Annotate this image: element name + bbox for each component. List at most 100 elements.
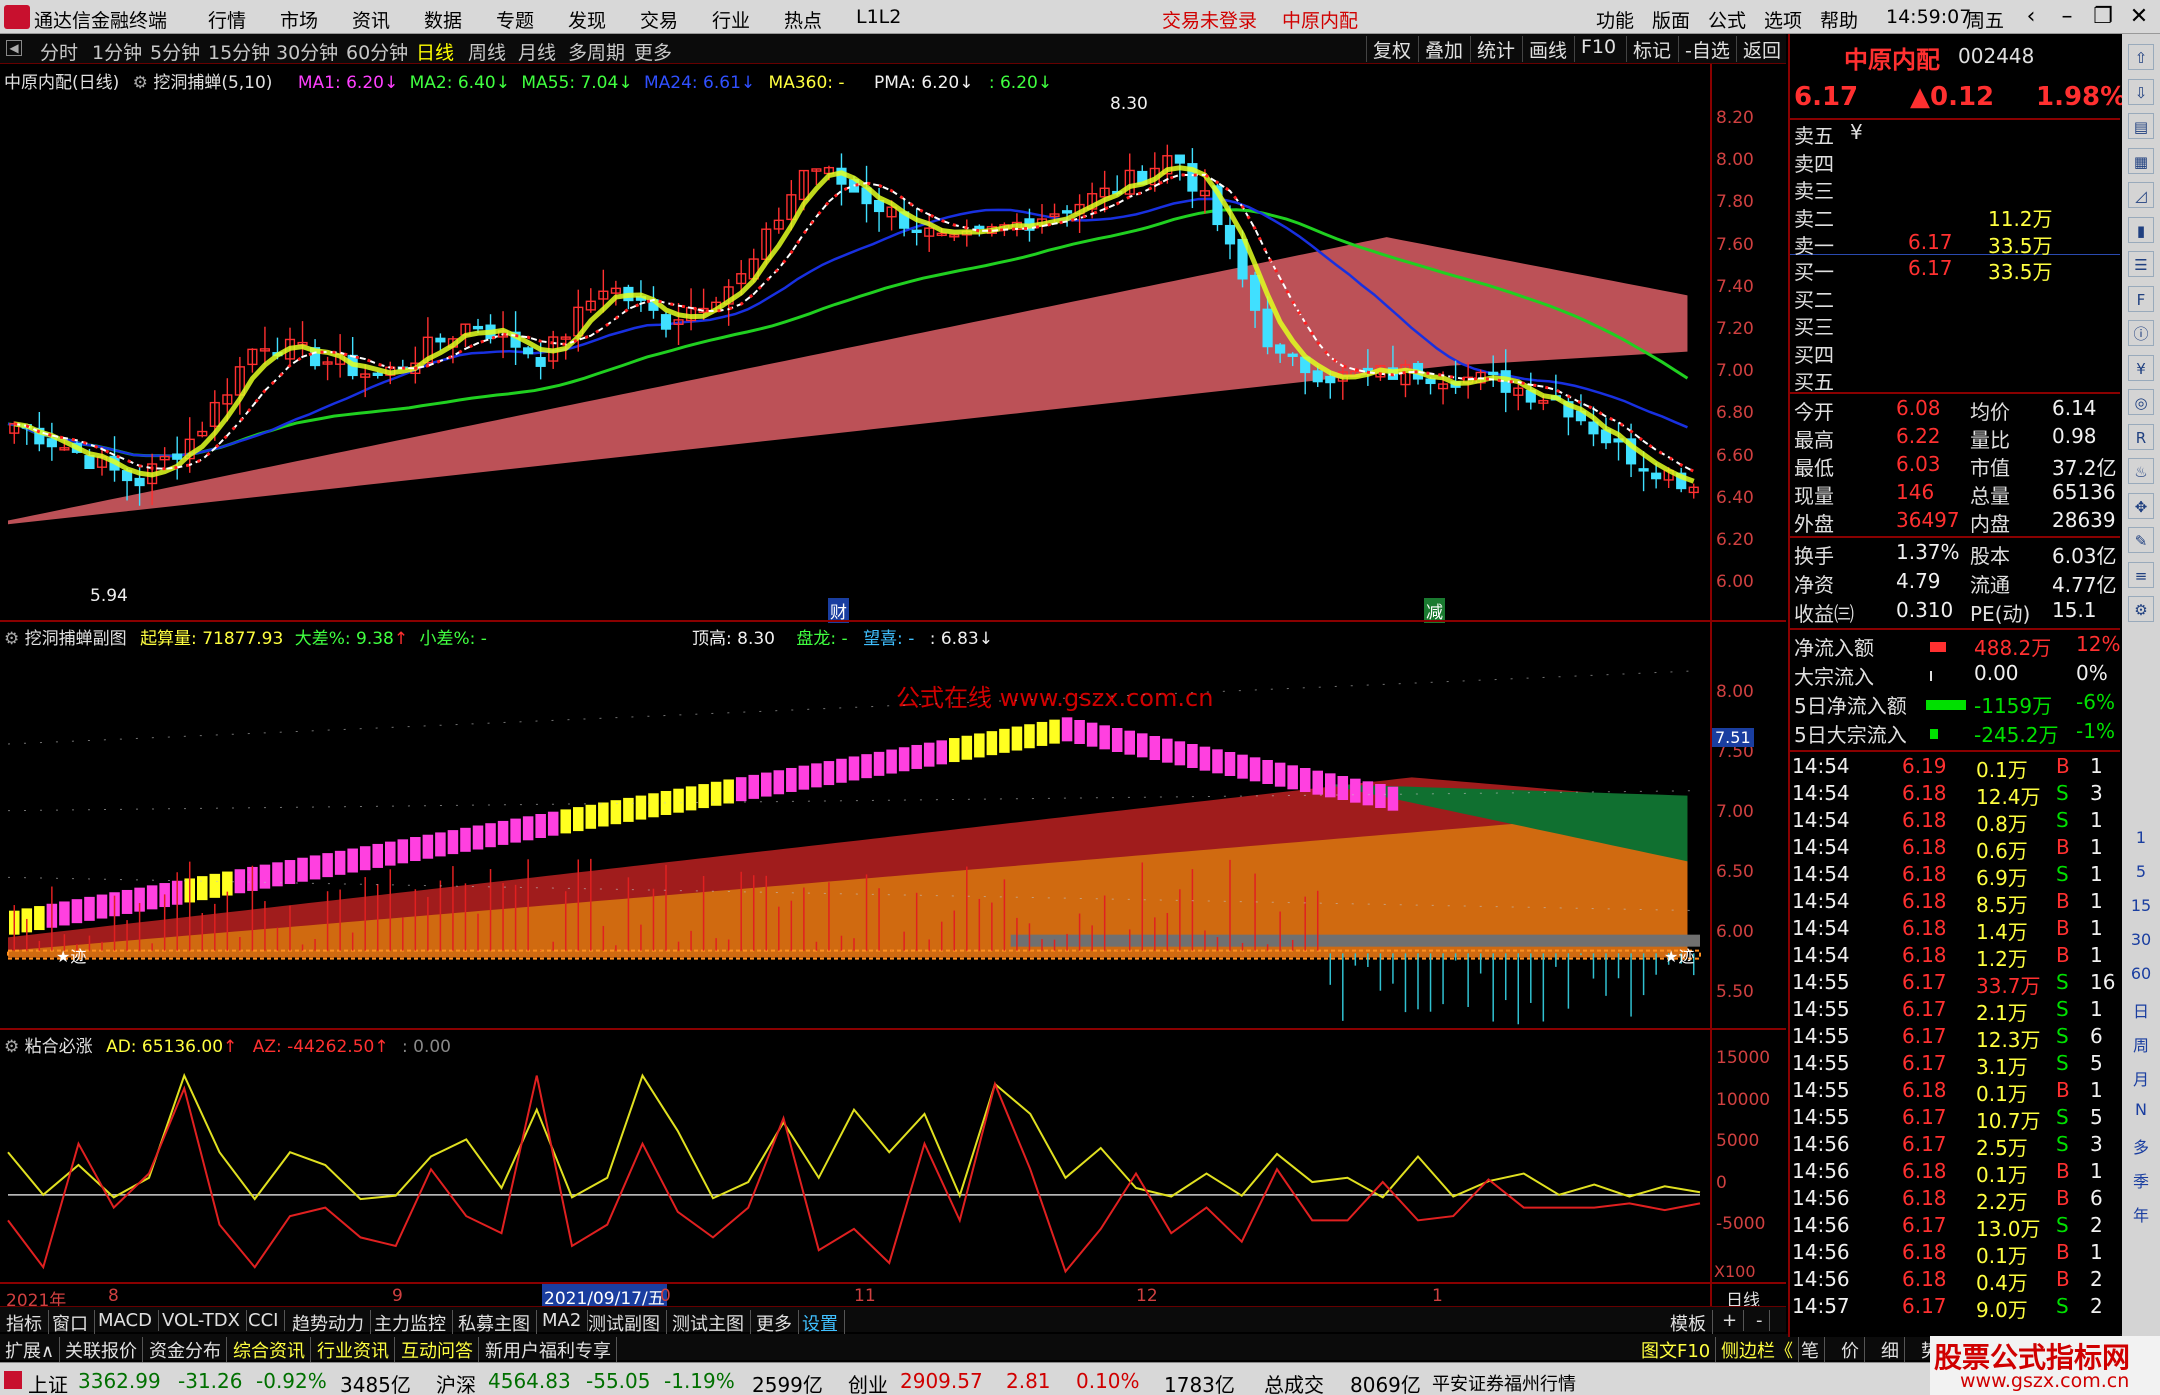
side-period-2[interactable]: 15 bbox=[2122, 896, 2160, 915]
period-5min[interactable]: 5分钟 bbox=[150, 38, 200, 65]
tab-bi[interactable]: 笔 bbox=[1796, 1337, 1825, 1363]
panel-toggle-icon[interactable]: ◀ bbox=[6, 40, 22, 56]
tick-row[interactable]: 14:56 6.18 0.1万 B 1 bbox=[1790, 1240, 2122, 1268]
menu-shichang[interactable]: 市场 bbox=[280, 6, 318, 33]
tick-row[interactable]: 14:57 6.17 9.0万 S 2 bbox=[1790, 1294, 2122, 1322]
tick-row[interactable]: 14:54 6.18 8.5万 B 1 bbox=[1790, 889, 2122, 917]
tab-zhuli[interactable]: 主力监控 bbox=[368, 1310, 453, 1336]
grid-icon[interactable]: ▦ bbox=[2128, 147, 2154, 174]
capital-flow-row[interactable]: 净流入额 488.2万 12% bbox=[1790, 632, 2122, 660]
tick-row[interactable]: 14:55 6.18 0.1万 B 1 bbox=[1790, 1078, 2122, 1106]
period-multi[interactable]: 多周期 bbox=[568, 38, 625, 65]
quote-stat-row[interactable]: 净资 4.79 流通 4.77亿 bbox=[1790, 569, 2122, 597]
f10-icon[interactable]: F bbox=[2128, 285, 2154, 312]
tab-fuli[interactable]: 新用户福利专享 bbox=[480, 1337, 617, 1363]
menu-zixun[interactable]: 资讯 bbox=[352, 6, 390, 33]
tab-macd[interactable]: MACD bbox=[92, 1310, 159, 1331]
tool-biaoji[interactable]: 标记 bbox=[1626, 36, 1671, 62]
buy-level-row[interactable]: 买三 bbox=[1790, 311, 2122, 339]
tick-row[interactable]: 14:54 6.18 1.4万 B 1 bbox=[1790, 916, 2122, 944]
side-period-1[interactable]: 5 bbox=[2122, 862, 2160, 881]
menu-gongneng[interactable]: 功能 bbox=[1596, 6, 1634, 33]
quote-stat-row[interactable]: 现量 146 总量 65136 bbox=[1790, 480, 2122, 508]
tool-zixuan[interactable]: -自选 bbox=[1678, 36, 1730, 62]
menu-xuanxiang[interactable]: 选项 bbox=[1764, 6, 1802, 33]
period-1min[interactable]: 1分钟 bbox=[92, 38, 142, 65]
tick-row[interactable]: 14:54 6.18 12.4万 S 3 bbox=[1790, 781, 2122, 809]
tick-row[interactable]: 14:54 6.18 0.8万 S 1 bbox=[1790, 808, 2122, 836]
tab-hudong[interactable]: 互动问答 bbox=[396, 1337, 479, 1363]
list-icon[interactable]: ☰ bbox=[2128, 251, 2154, 277]
period-more[interactable]: 更多 bbox=[634, 38, 672, 65]
flame-icon[interactable]: ♨ bbox=[2128, 458, 2154, 484]
period-60min[interactable]: 60分钟 bbox=[346, 38, 408, 65]
tab-zijin[interactable]: 资金分布 bbox=[144, 1337, 227, 1363]
period-monthly[interactable]: 月线 bbox=[518, 38, 556, 65]
tick-row[interactable]: 14:55 6.17 3.1万 S 5 bbox=[1790, 1051, 2122, 1079]
tab-simu[interactable]: 私募主图 bbox=[452, 1310, 537, 1336]
menu-l1l2[interactable]: L1L2 bbox=[856, 6, 901, 28]
tab-jia[interactable]: 价 bbox=[1836, 1337, 1865, 1363]
tab-moban[interactable]: 模板 bbox=[1664, 1310, 1713, 1336]
hs-name[interactable]: 沪深 bbox=[436, 1369, 476, 1395]
tick-row[interactable]: 14:54 6.19 0.1万 B 1 bbox=[1790, 754, 2122, 782]
tab-ceshi-zhutu[interactable]: 测试主图 bbox=[666, 1310, 751, 1336]
side-period-4[interactable]: 60 bbox=[2122, 964, 2160, 983]
tool-tongji[interactable]: 统计 bbox=[1470, 36, 1515, 62]
period-15min[interactable]: 15分钟 bbox=[208, 38, 270, 65]
side-period-0[interactable]: 1 bbox=[2122, 828, 2160, 847]
tab-hangye[interactable]: 行业资讯 bbox=[312, 1337, 395, 1363]
down-arrow-icon[interactable]: ⇩ bbox=[2128, 78, 2154, 105]
remove-pane-button[interactable]: - bbox=[1750, 1310, 1770, 1331]
menu-gongshi[interactable]: 公式 bbox=[1708, 6, 1746, 33]
close-icon[interactable]: ✕ bbox=[2122, 2, 2156, 32]
side-period-7[interactable]: 月 bbox=[2122, 1066, 2160, 1090]
quote-stat-row[interactable]: 最低 6.03 市值 37.2亿 bbox=[1790, 452, 2122, 480]
side-period-11[interactable]: 年 bbox=[2122, 1202, 2160, 1226]
chart-icon[interactable]: ◿ bbox=[2128, 182, 2154, 208]
tab-cci[interactable]: CCI bbox=[242, 1310, 286, 1331]
tick-row[interactable]: 14:55 6.17 10.7万 S 5 bbox=[1790, 1105, 2122, 1133]
tool-f10[interactable]: F10 bbox=[1574, 36, 1616, 62]
tick-row[interactable]: 14:56 6.18 0.4万 B 2 bbox=[1790, 1267, 2122, 1295]
side-period-9[interactable]: 多 bbox=[2122, 1134, 2160, 1158]
add-pane-button[interactable]: + bbox=[1716, 1310, 1745, 1331]
side-period-3[interactable]: 30 bbox=[2122, 930, 2160, 949]
tool-fuquan[interactable]: 复权 bbox=[1366, 36, 1411, 62]
quote-stat-row[interactable]: 外盘 36497 内盘 28639 bbox=[1790, 508, 2122, 536]
sh-name[interactable]: 上证 bbox=[28, 1369, 68, 1395]
capital-flow-row[interactable]: 大宗流入 0.00 0% bbox=[1790, 661, 2122, 689]
period-daily[interactable]: 日线 bbox=[416, 38, 454, 65]
tab-settings[interactable]: 设置 bbox=[796, 1310, 845, 1336]
menu-hangye[interactable]: 行业 bbox=[712, 6, 750, 33]
tick-row[interactable]: 14:55 6.17 12.3万 S 6 bbox=[1790, 1024, 2122, 1052]
sell-level-row[interactable]: 卖一 6.17 33.5万 bbox=[1790, 230, 2122, 258]
tool-huaxian[interactable]: 画线 bbox=[1522, 36, 1567, 62]
tab-qushi[interactable]: 趋势动力 bbox=[286, 1310, 371, 1336]
buy-level-row[interactable]: 买一 6.17 33.5万 bbox=[1790, 256, 2122, 284]
tab-xi[interactable]: 细 bbox=[1876, 1337, 1905, 1363]
tick-row[interactable]: 14:56 6.17 2.5万 S 3 bbox=[1790, 1132, 2122, 1160]
menu-faxian[interactable]: 发现 bbox=[568, 6, 606, 33]
quote-stat-row[interactable]: 最高 6.22 量比 0.98 bbox=[1790, 424, 2122, 452]
main-kline-chart[interactable] bbox=[0, 88, 1712, 618]
sell-level-row[interactable]: 卖五 bbox=[1790, 120, 2122, 148]
tab-vol-tdx[interactable]: VOL-TDX bbox=[156, 1310, 247, 1331]
tab-guanlian[interactable]: 关联报价 bbox=[60, 1337, 143, 1363]
quote-stat-row[interactable]: 今开 6.08 均价 6.14 bbox=[1790, 396, 2122, 424]
info-icon[interactable]: ⓘ bbox=[2128, 320, 2154, 346]
pen-icon[interactable]: ✎ bbox=[2128, 527, 2154, 553]
tab-ceshi-futu[interactable]: 测试副图 bbox=[582, 1310, 667, 1336]
tab-chuangkou[interactable]: 窗口 bbox=[46, 1310, 95, 1336]
tick-row[interactable]: 14:55 6.17 33.7万 S 16 bbox=[1790, 970, 2122, 998]
side-period-10[interactable]: 季 bbox=[2122, 1168, 2160, 1192]
menu-redian[interactable]: 热点 bbox=[784, 6, 822, 33]
period-30min[interactable]: 30分钟 bbox=[276, 38, 338, 65]
tick-row[interactable]: 14:56 6.18 0.1万 B 1 bbox=[1790, 1159, 2122, 1187]
fin-icon[interactable]: ¥ bbox=[2128, 354, 2154, 381]
menu-zhuanti[interactable]: 专题 bbox=[496, 6, 534, 33]
quote-stat-row[interactable]: 收益㈢ 0.310 PE(动) 15.1 bbox=[1790, 598, 2122, 626]
menu-bangzhu[interactable]: 帮助 bbox=[1820, 6, 1858, 33]
tab-sidebar[interactable]: 侧边栏《 bbox=[1716, 1337, 1799, 1363]
tab-zonghe[interactable]: 综合资讯 bbox=[228, 1337, 311, 1363]
